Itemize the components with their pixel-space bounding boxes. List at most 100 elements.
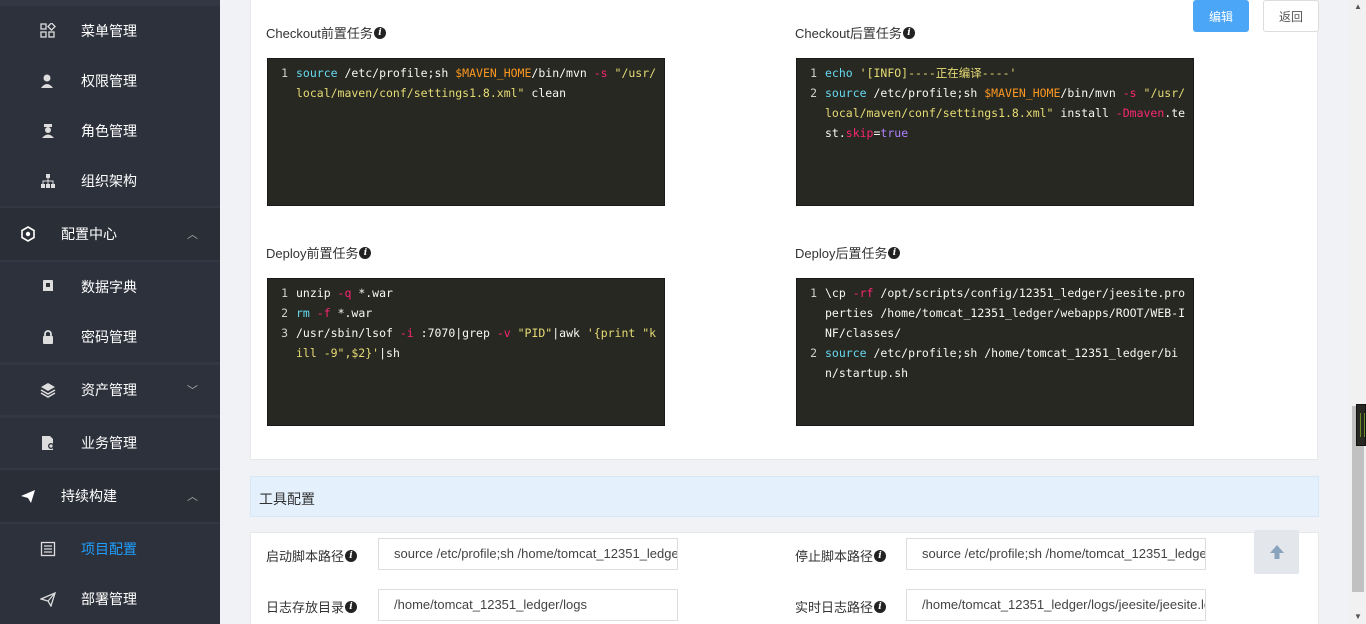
layers-icon	[40, 382, 56, 398]
log-dir-input[interactable]: /home/tomcat_12351_ledger/logs	[378, 589, 678, 621]
code-token: clean	[524, 86, 567, 100]
line-text: source /etc/profile;sh $MAVEN_HOME/bin/m…	[825, 83, 1193, 143]
sidebar-item-asset-management[interactable]: 资产管理 ﹀	[0, 365, 220, 415]
code-token: /usr/sbin/lsof	[296, 326, 400, 340]
config-hex-icon	[20, 226, 36, 242]
sidebar-group-label: 持续构建	[61, 488, 117, 504]
scroll-up-icon[interactable]: ▲	[1350, 0, 1366, 14]
code-token: /bin/mvn	[531, 66, 594, 80]
start-script-input[interactable]: source /etc/profile;sh /home/tomcat_1235…	[378, 538, 678, 570]
field-label-text: 实时日志路径	[795, 600, 874, 615]
code-token: /etc/profile;sh /home/tomcat_12351_ledge…	[825, 346, 1179, 380]
code-token: /etc/profile;sh	[866, 86, 985, 100]
checkout-post-task-editor[interactable]: 1 echo '[INFO]----正在编译----' 2 source /etc/p…	[796, 58, 1194, 206]
code-line: 2 source /etc/profile;sh /home/tomcat_123…	[797, 343, 1193, 383]
code-token: echo	[825, 66, 853, 80]
line-number: 2	[281, 306, 288, 320]
sidebar-item-label: 数据字典	[81, 279, 137, 295]
line-number: 2	[810, 346, 817, 360]
code-line: 2 rm -f *.war	[268, 303, 664, 323]
deploy-post-task-title: Deploy后置任务 i	[795, 243, 901, 262]
menu-grid-icon	[40, 22, 56, 39]
code-token: source	[825, 86, 867, 100]
sidebar-item-deploy-management[interactable]: 部署管理	[0, 574, 220, 624]
code-token: |sh	[379, 346, 400, 360]
sidebar-item-role-management[interactable]: 角色管理	[0, 106, 220, 156]
realtime-log-input[interactable]: /home/tomcat_12351_ledger/logs/jeesite/j…	[906, 589, 1206, 621]
code-token: /opt/scripts/config/12351_ledger/jeesite…	[825, 286, 1186, 340]
code-token: unzip	[296, 286, 338, 300]
info-icon[interactable]: i	[345, 549, 358, 562]
sidebar-item-permission-management[interactable]: 权限管理	[0, 56, 220, 106]
sidebar-group-label: 配置中心	[61, 226, 117, 242]
chevron-up-icon: ︿	[187, 491, 198, 503]
user-key-icon	[40, 73, 56, 89]
deploy-post-task-editor[interactable]: 1 \cp -rf /opt/scripts/config/12351_ledge…	[796, 278, 1194, 426]
role-icon	[40, 123, 56, 139]
code-token: |awk	[552, 326, 587, 340]
code-token: $MAVEN_HOME	[455, 66, 532, 80]
checkout-pre-task-title: Checkout前置任务 i	[266, 23, 386, 42]
code-line: 1 source /etc/profile;sh $MAVEN_HOME/bin/…	[268, 63, 664, 103]
code-token: /etc/profile;sh	[337, 66, 456, 80]
code-token: :7070|grep	[413, 326, 497, 340]
realtime-log-label: 实时日志路径 i	[795, 597, 887, 616]
sidebar-item-label: 权限管理	[81, 73, 137, 89]
code-token: rm	[296, 306, 310, 320]
paper-plane-icon	[20, 488, 36, 504]
side-panel-tab[interactable]	[1356, 404, 1366, 446]
info-icon[interactable]: i	[902, 26, 915, 39]
line-number: 2	[810, 86, 817, 100]
info-icon[interactable]: i	[373, 26, 386, 39]
line-text: \cp -rf /opt/scripts/config/12351_ledger…	[825, 283, 1193, 343]
code-token: -s	[1122, 86, 1137, 100]
back-to-top-button[interactable]	[1254, 530, 1299, 574]
code-token: -f	[316, 306, 331, 320]
deploy-pre-task-editor[interactable]: 1 unzip -q *.war 2 rm -f *.war 3/usr/sbin/ls…	[267, 278, 665, 426]
code-line: 1 echo '[INFO]----正在编译----'	[797, 63, 1193, 83]
code-token: skip	[845, 126, 874, 140]
code-token: "PID"	[517, 326, 553, 340]
arrow-up-icon	[1269, 545, 1284, 559]
back-button[interactable]: 返回	[1263, 0, 1319, 32]
code-token: -rf	[852, 286, 874, 300]
info-icon[interactable]: i	[359, 246, 372, 259]
sidebar-item-label: 密码管理	[81, 329, 137, 345]
field-label-text: 停止脚本路径	[795, 549, 874, 564]
info-icon[interactable]: i	[874, 549, 887, 562]
checkout-pre-task-editor[interactable]: 1 source /etc/profile;sh $MAVEN_HOME/bin/…	[267, 58, 665, 206]
sidebar-group-continuous-build[interactable]: 持续构建 ︿	[0, 470, 220, 522]
sidebar: 菜单管理 权限管理 角色管理 组织架构 配置中心 ︿ 数据字典 密码管理 资产管…	[0, 0, 220, 624]
dictionary-icon	[40, 279, 56, 295]
code-token: source	[296, 66, 338, 80]
sidebar-group-config-center[interactable]: 配置中心 ︿	[0, 208, 220, 260]
task-title-text: Checkout后置任务	[795, 26, 902, 41]
sidebar-item-org-structure[interactable]: 组织架构	[0, 156, 220, 206]
scroll-down-icon[interactable]: ▼	[1350, 610, 1366, 624]
lock-icon	[40, 329, 56, 345]
code-token: install	[1053, 106, 1116, 120]
org-tree-icon	[40, 173, 56, 189]
sidebar-item-project-config[interactable]: 项目配置	[0, 524, 220, 574]
sidebar-item-label: 部署管理	[81, 591, 137, 607]
sidebar-item-data-dictionary[interactable]: 数据字典	[0, 262, 220, 312]
info-icon[interactable]: i	[345, 600, 358, 613]
sidebar-item-business-management[interactable]: 业务管理	[0, 418, 220, 468]
sidebar-item-password-management[interactable]: 密码管理	[0, 312, 220, 362]
info-icon[interactable]: i	[874, 600, 887, 613]
document-gear-icon	[40, 435, 56, 451]
edit-button[interactable]: 编辑	[1193, 0, 1249, 32]
code-line: 1 unzip -q *.war	[268, 283, 664, 303]
sidebar-item-label: 项目配置	[81, 541, 137, 557]
field-label-text: 启动脚本路径	[266, 549, 345, 564]
line-number: 1	[810, 286, 817, 300]
stop-script-input[interactable]: source /etc/profile;sh /home/tomcat_1235…	[906, 538, 1206, 570]
sidebar-item-menu-management[interactable]: 菜单管理	[0, 6, 220, 56]
tool-config-section-header: 工具配置	[250, 476, 1319, 517]
line-text: /usr/sbin/lsof -i :7070|grep -v "PID"|aw…	[296, 323, 664, 363]
info-icon[interactable]: i	[888, 246, 901, 259]
checkout-post-task-title: Checkout后置任务 i	[795, 23, 915, 42]
